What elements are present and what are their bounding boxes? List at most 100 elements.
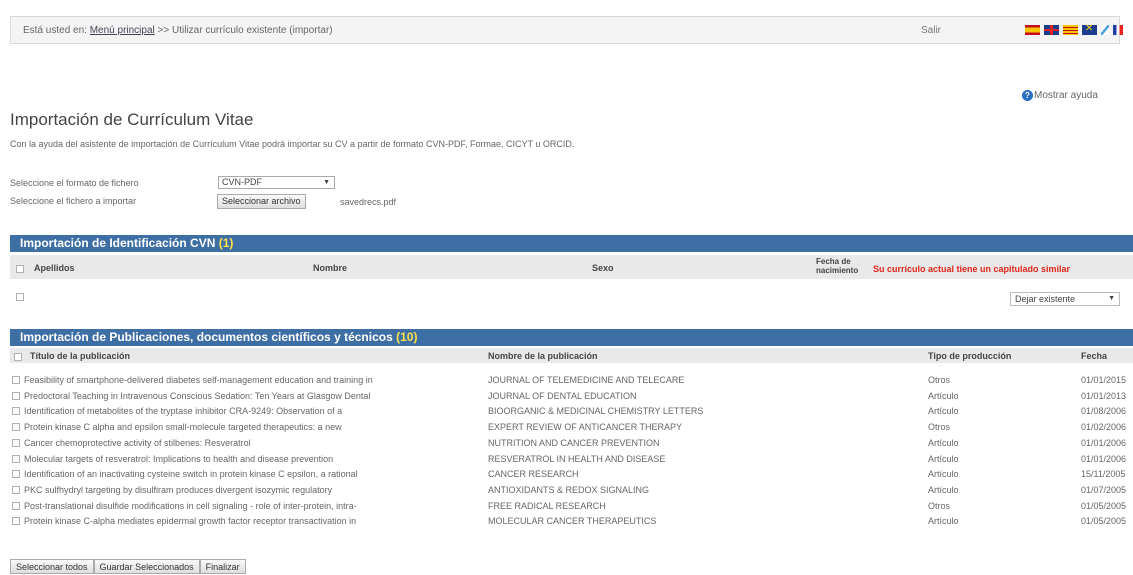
publication-title: Predoctoral Teaching in Intravenous Cons… [24,390,371,401]
identification-row-checkbox[interactable] [16,293,24,301]
publication-date: 01/01/2013 [1081,390,1127,401]
finish-button[interactable]: Finalizar [199,559,246,574]
galician-flag-icon[interactable] [1101,25,1109,35]
basque-flag-icon[interactable] [1082,23,1097,35]
publication-date: 01/05/2005 [1081,516,1127,527]
publication-title: Identification of an inactivating cystei… [24,469,358,480]
table-row: PKC sulfhydryl targeting by disulfiram p… [12,483,1133,497]
publication-journal: CANCER RESEARCH [488,469,579,480]
publication-title: Cancer chemoprotective activity of stilb… [24,437,251,448]
publication-type: Artículo [928,453,959,464]
identification-action-select[interactable]: Dejar existente ▼ [1010,292,1120,306]
table-row: Protein kinase C alpha and epsilon small… [12,420,1133,434]
page-intro: Con la ayuda del asistente de importació… [10,139,575,149]
table-row: Molecular targets of resveratrol: Implic… [12,452,1133,466]
format-select[interactable]: CVN-PDF ▼ [218,176,335,189]
publication-date: 01/01/2006 [1081,453,1127,464]
row-checkbox[interactable] [12,376,20,384]
publication-journal: JOURNAL OF DENTAL EDUCATION [488,390,637,401]
publications-select-all-checkbox[interactable] [14,352,22,361]
publication-type: Otros [928,500,951,511]
publications-column-header: Título de la publicación Nombre de la pu… [10,348,1133,363]
help-link[interactable]: ? Mostrar ayuda [1022,90,1098,101]
table-row: Identification of metabolites of the try… [12,404,1133,418]
breadcrumb-current: Utilizar currículo existente (importar) [172,25,333,36]
breadcrumb: Está usted en: Menú principal >> Utiliza… [23,25,333,36]
select-all-button[interactable]: Seleccionar todos [10,559,94,574]
row-checkbox[interactable] [12,438,20,447]
row-checkbox[interactable] [12,485,20,494]
language-selector [1025,23,1123,35]
publication-type: Artículo [928,484,959,495]
column-fecha-nacimiento: Fecha de nacimiento [816,257,859,275]
column-nombre: Nombre [313,263,348,273]
publication-type: Artículo [928,390,959,401]
catalan-flag-icon[interactable] [1063,25,1078,35]
breadcrumb-separator: >> [157,25,170,36]
identification-section-title: Importación de Identificación CVN [20,236,216,250]
identification-action-value: Dejar existente [1015,294,1076,304]
publication-journal: BIOORGANIC & MEDICINAL CHEMISTRY LETTERS [488,406,704,417]
publication-journal: FREE RADICAL RESEARCH [488,500,606,511]
column-nombre-publicacion: Nombre de la publicación [488,351,598,361]
save-selected-button[interactable]: Guardar Seleccionados [93,559,200,574]
publication-type: Artículo [928,437,959,448]
publication-title: Protein kinase C-alpha mediates epiderma… [24,516,357,527]
help-label: Mostrar ayuda [1034,90,1098,101]
publication-title: Feasibility of smartphone-delivered diab… [24,375,373,385]
row-checkbox[interactable] [12,391,20,400]
publication-type: Artículo [928,469,959,480]
publication-journal: NUTRITION AND CANCER PREVENTION [488,437,660,448]
breadcrumb-prefix: Está usted en: [23,25,87,36]
identification-select-all-checkbox[interactable] [16,264,24,273]
row-checkbox[interactable] [12,454,20,463]
publication-journal: EXPERT REVIEW OF ANTICANCER THERAPY [488,422,683,433]
file-label: Seleccione el fichero a importar [10,196,137,206]
top-bar: Está usted en: Menú principal >> Utiliza… [10,16,1123,44]
chevron-down-icon: ▼ [323,179,330,186]
publication-title: Protein kinase C alpha and epsilon small… [24,422,342,433]
table-row: Predoctoral Teaching in Intravenous Cons… [12,389,1133,403]
publication-type: Artículo [928,516,959,527]
publication-date: 01/05/2005 [1081,500,1127,511]
row-checkbox[interactable] [12,501,20,510]
publication-journal: JOURNAL OF TELEMEDICINE AND TELECARE [488,375,685,385]
publication-journal: MOLECULAR CANCER THERAPEUTICS [488,516,657,527]
publication-title: PKC sulfhydryl targeting by disulfiram p… [24,484,333,495]
publication-title: Post-translational disulfide modificatio… [24,500,357,511]
identification-section-header: Importación de Identificación CVN (1) [10,235,1133,252]
select-file-button[interactable]: Seleccionar archivo [217,194,306,209]
publications-section-header: Importación de Publicaciones, documentos… [10,329,1133,346]
action-bar: Seleccionar todos Guardar Seleccionados … [10,559,246,574]
column-tipo-produccion: Tipo de producción [928,351,1012,361]
selected-file-name: savedrecs.pdf [340,197,397,207]
spain-flag-icon[interactable] [1025,25,1040,35]
exit-link[interactable]: Salir [921,25,941,36]
row-checkbox[interactable] [12,517,20,526]
publication-journal: ANTIOXIDANTS & REDOX SIGNALING [488,484,650,495]
column-apellidos: Apellidos [34,263,75,273]
help-icon: ? [1022,90,1033,101]
table-row: Identification of an inactivating cystei… [12,467,1133,481]
row-checkbox[interactable] [12,470,20,479]
table-row: Feasibility of smartphone-delivered diab… [12,373,1133,387]
publication-date: 01/01/2015 [1081,375,1127,385]
format-label: Seleccione el formato de fichero [10,178,139,188]
column-sexo: Sexo [592,263,614,273]
similar-cv-warning: Su currículo actual tiene un capitulado … [873,264,1071,274]
breadcrumb-home-link[interactable]: Menú principal [90,25,155,36]
row-checkbox[interactable] [12,423,20,432]
row-checkbox[interactable] [12,407,20,416]
france-flag-icon[interactable] [1113,25,1123,35]
column-fecha: Fecha [1081,351,1108,361]
publication-date: 01/01/2006 [1081,437,1127,448]
publication-type: Artículo [928,406,959,417]
identification-count: (1) [218,236,234,250]
publication-date: 01/08/2006 [1081,406,1127,417]
publication-date: 15/11/2005 [1081,469,1126,480]
publications-section-title: Importación de Publicaciones, documentos… [20,330,393,344]
column-titulo: Título de la publicación [30,351,131,361]
uk-flag-icon[interactable] [1044,25,1059,35]
publication-type: Otros [928,422,951,433]
table-row: Protein kinase C-alpha mediates epiderma… [12,514,1133,528]
